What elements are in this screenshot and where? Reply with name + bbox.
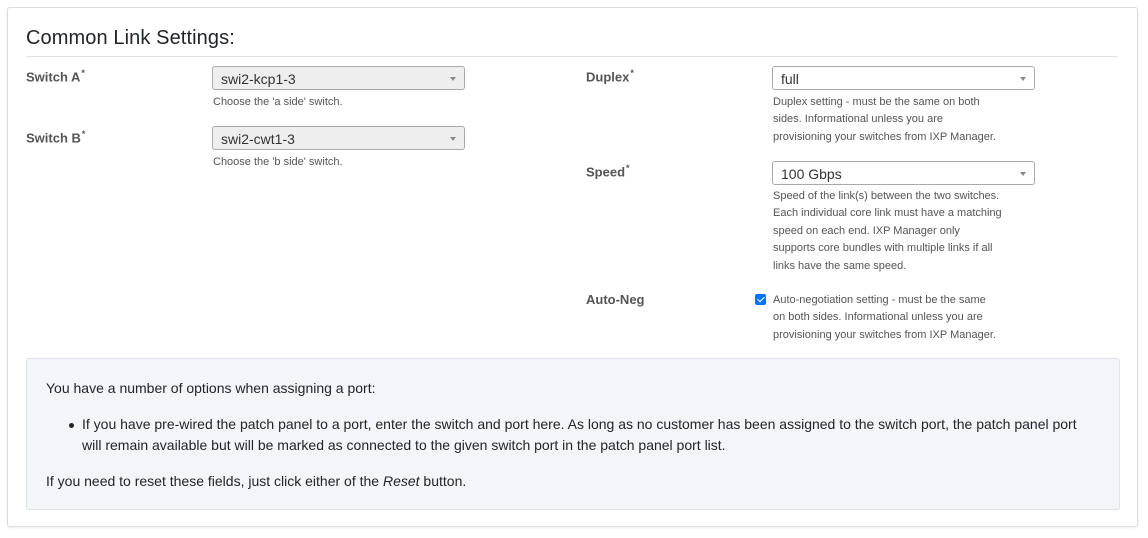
switch-b-help: Choose the 'b side' switch. xyxy=(213,156,343,168)
duplex-select[interactable]: full xyxy=(772,66,1035,90)
speed-help: Speed of the link(s) between the two swi… xyxy=(773,188,1002,275)
info-reset-text: If you need to reset these fields, just … xyxy=(46,473,466,489)
checkmark-icon xyxy=(756,294,765,303)
info-bullet: If you have pre-wired the patch panel to… xyxy=(82,416,1077,453)
auto-neg-help-line: Auto-negotiation setting - must be the s… xyxy=(773,294,986,306)
common-link-settings-panel: Common Link Settings: Switch A* swi2-kcp… xyxy=(7,7,1138,527)
duplex-label: Duplex* xyxy=(586,68,634,84)
switch-b-select[interactable]: swi2-cwt1-3 xyxy=(212,126,465,150)
switch-a-help: Choose the 'a side' switch. xyxy=(213,96,343,108)
duplex-help-line: sides. Informational unless you are xyxy=(773,113,943,126)
speed-help-line: supports core bundles with multiple link… xyxy=(773,242,993,255)
speed-help-line: links have the same speed. xyxy=(773,259,907,272)
switch-a-label: Switch A* xyxy=(26,68,85,84)
speed-help-line: Each individual core link must have a ma… xyxy=(773,207,1002,220)
speed-label: Speed* xyxy=(586,163,630,179)
chevron-down-icon xyxy=(450,77,456,81)
required-marker: * xyxy=(81,68,85,78)
auto-neg-label: Auto-Neg xyxy=(586,292,645,307)
info-reset-suffix: button. xyxy=(419,473,467,489)
section-title: Common Link Settings: xyxy=(26,27,1118,57)
required-marker: * xyxy=(81,129,86,139)
bullet-icon xyxy=(69,423,74,428)
auto-neg-help-line: provisioning your switches from IXP Mana… xyxy=(773,328,996,341)
auto-neg-help-line: on both sides. Informational unless you … xyxy=(773,311,983,324)
duplex-help-line: provisioning your switches from IXP Mana… xyxy=(773,130,996,143)
switch-b-label-text: Switch B xyxy=(26,130,81,146)
duplex-help-line: Duplex setting - must be the same on bot… xyxy=(773,96,980,108)
duplex-label-text: Duplex xyxy=(586,69,630,85)
speed-help-line: Speed of the link(s) between the two swi… xyxy=(773,190,1000,202)
duplex-value: full xyxy=(781,71,799,87)
info-reset-emphasis: Reset xyxy=(382,473,420,489)
speed-value: 100 Gbps xyxy=(781,166,842,182)
chevron-down-icon xyxy=(1020,77,1026,81)
switch-a-label-text: Switch A xyxy=(26,69,81,85)
info-box: You have a number of options when assign… xyxy=(26,358,1120,510)
auto-neg-help: Auto-negotiation setting - must be the s… xyxy=(773,292,996,344)
switch-a-value: swi2-kcp1-3 xyxy=(221,71,296,87)
speed-help-line: speed on each end. IXP Manager only xyxy=(773,224,960,237)
duplex-help: Duplex setting - must be the same on bot… xyxy=(773,94,996,146)
chevron-down-icon xyxy=(1020,172,1026,176)
switch-b-value: swi2-cwt1-3 xyxy=(221,131,295,147)
speed-label-text: Speed xyxy=(586,164,626,180)
speed-select[interactable]: 100 Gbps xyxy=(772,161,1035,185)
required-marker: * xyxy=(626,163,630,173)
info-intro: You have a number of options when assign… xyxy=(46,380,376,396)
required-marker: * xyxy=(630,68,634,78)
chevron-down-icon xyxy=(450,137,456,141)
info-reset-prefix: If you need to reset these fields, just … xyxy=(46,473,383,489)
switch-a-select[interactable]: swi2-kcp1-3 xyxy=(212,66,465,90)
auto-neg-checkbox[interactable] xyxy=(755,294,766,305)
switch-b-label: Switch B* xyxy=(26,129,85,145)
